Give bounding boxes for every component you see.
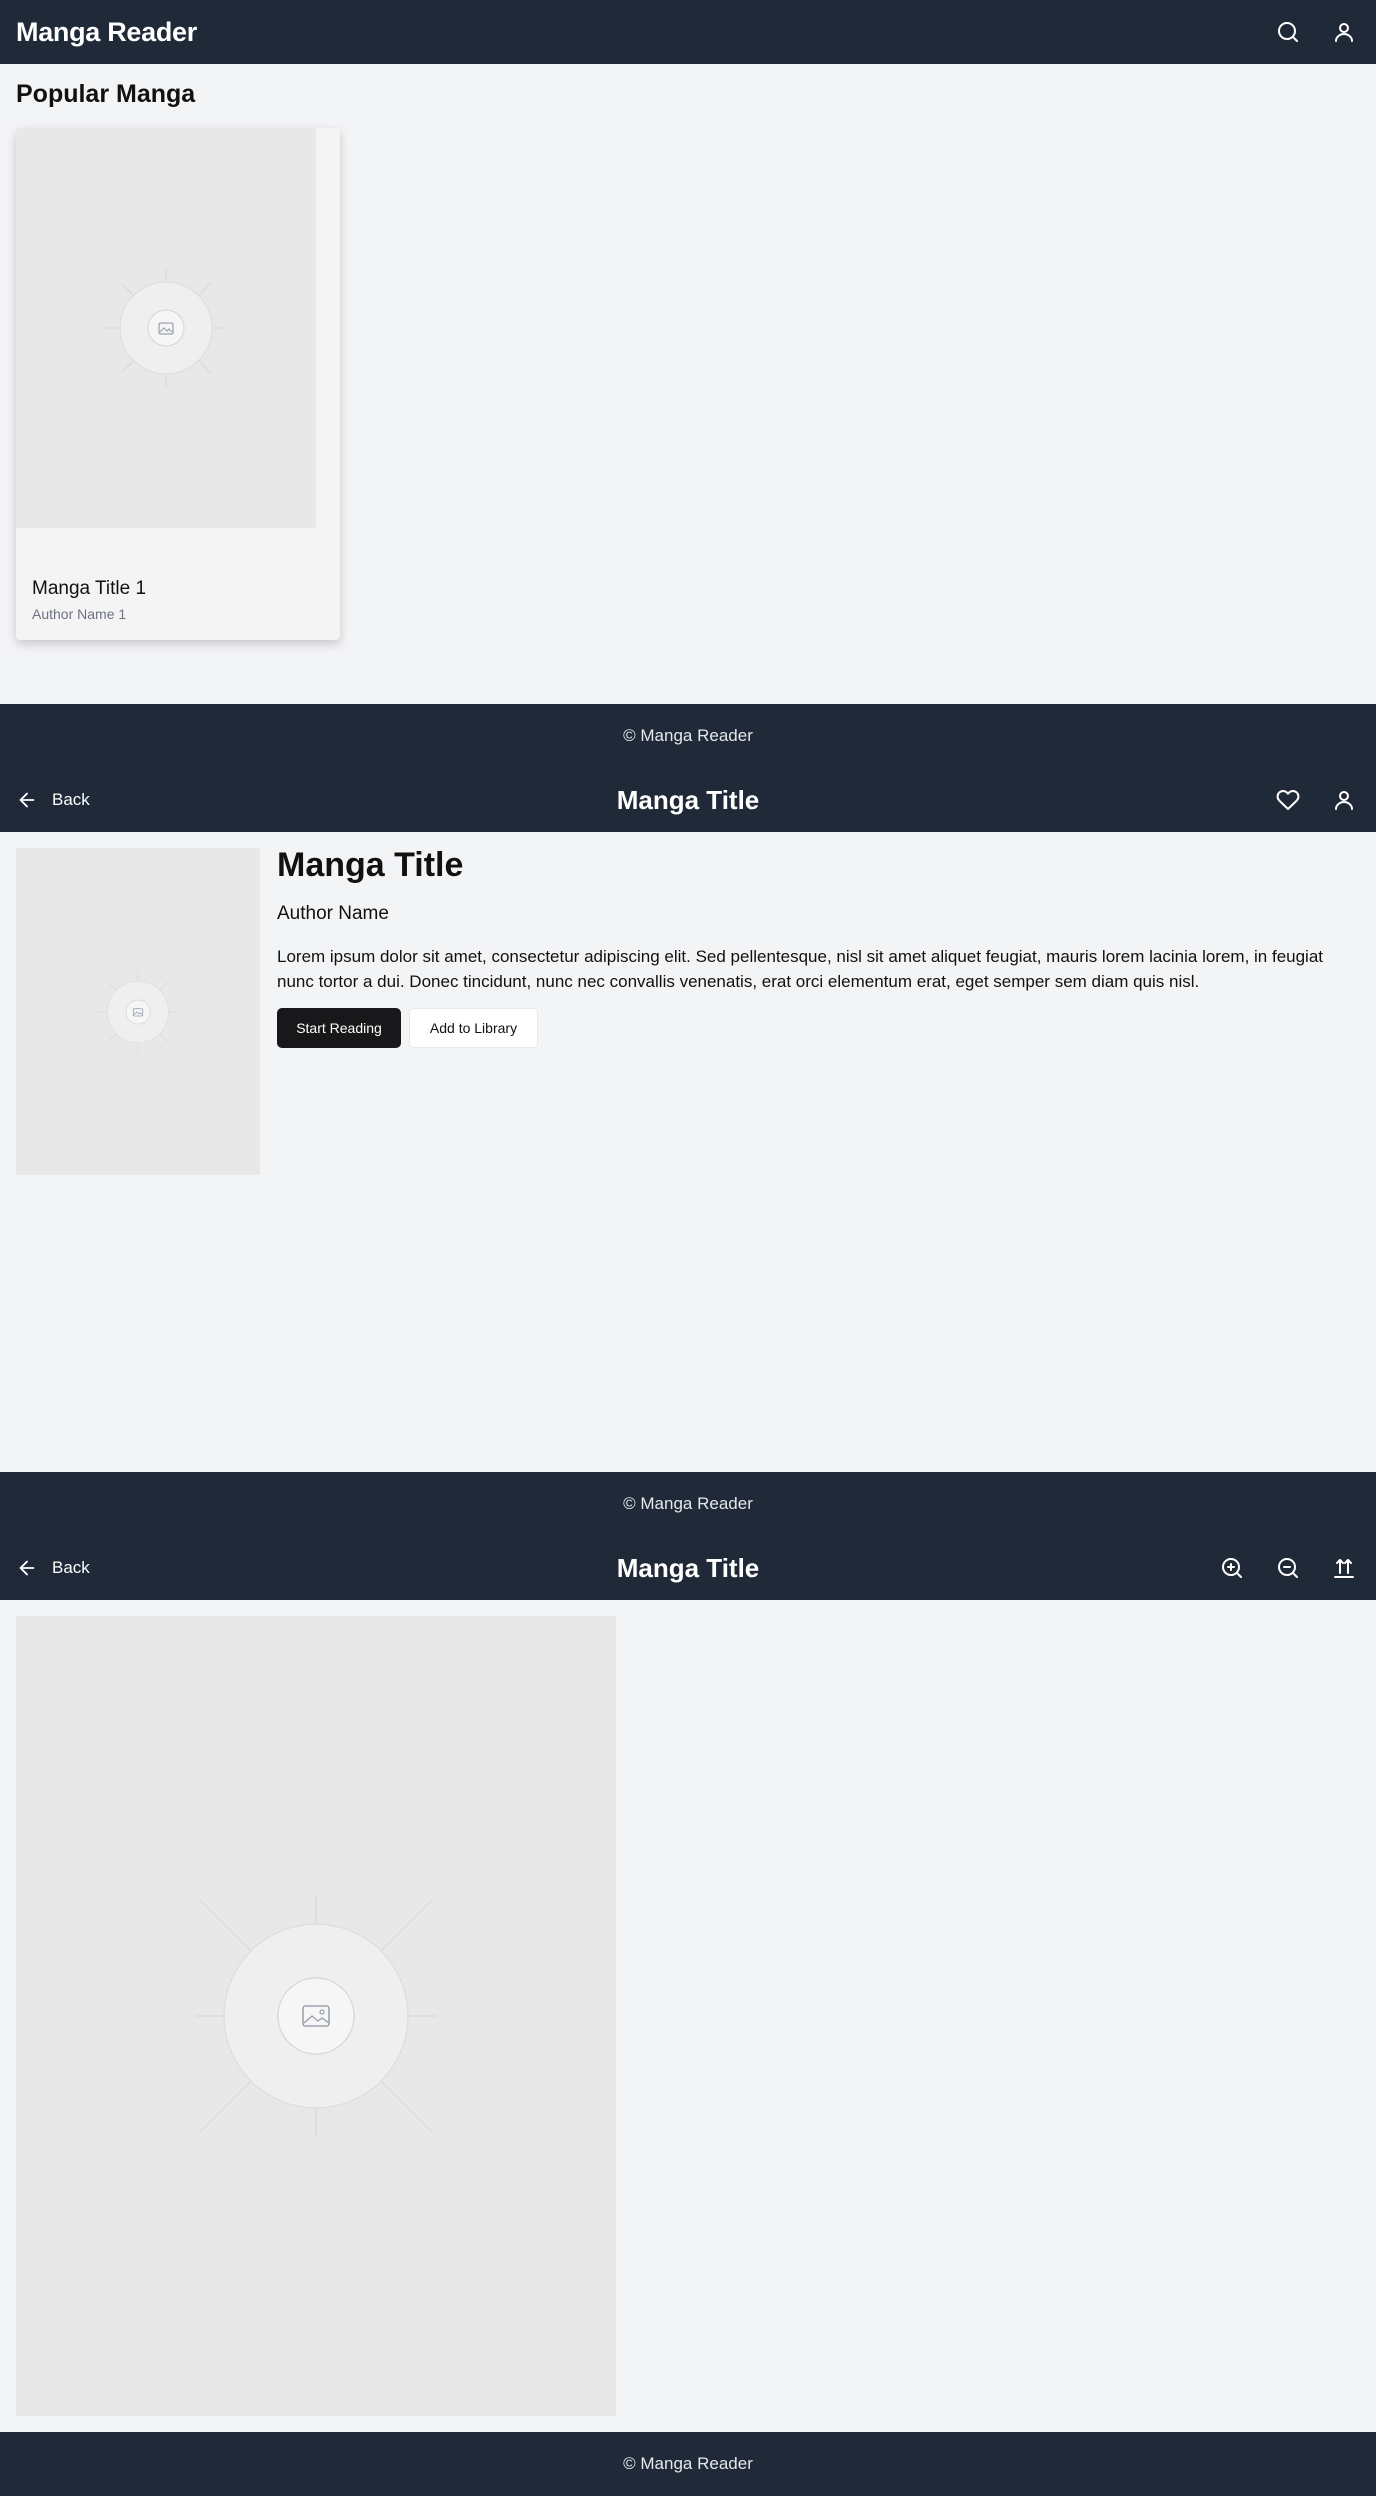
footer-text: © Manga Reader <box>623 1494 753 1513</box>
reader-footer: © Manga Reader <box>0 2432 1376 2496</box>
zoom-out-icon[interactable] <box>1272 1552 1304 1584</box>
manga-title: Manga Title <box>277 846 464 884</box>
detail-footer: © Manga Reader <box>0 1472 1376 1536</box>
section-title: Popular Manga <box>16 80 196 108</box>
detail-cover-placeholder <box>16 848 260 1175</box>
heart-icon[interactable] <box>1272 784 1304 816</box>
start-reading-button[interactable]: Start Reading <box>277 1008 401 1048</box>
image-placeholder-icon <box>98 971 178 1052</box>
add-to-library-button[interactable]: Add to Library <box>409 1008 538 1048</box>
search-icon[interactable] <box>1272 16 1304 48</box>
reader-header-title: Manga Title <box>616 1552 760 1583</box>
zoom-in-icon[interactable] <box>1216 1552 1248 1584</box>
back-button[interactable]: Back <box>16 1557 90 1579</box>
manga-author: Author Name <box>277 903 389 924</box>
footer-text: © Manga Reader <box>623 726 753 745</box>
image-placeholder-icon <box>196 1896 436 2136</box>
arrow-left-icon <box>19 792 35 808</box>
home-header: Manga Reader <box>0 0 1376 64</box>
back-label: Back <box>52 1558 90 1577</box>
back-label: Back <box>52 790 90 809</box>
app-brand[interactable]: Manga Reader <box>16 17 197 48</box>
manga-card[interactable]: Manga Title 1 Author Name 1 <box>16 128 340 640</box>
manga-cover-placeholder <box>16 128 316 528</box>
reader-header: Back Manga Title <box>0 1536 1376 1600</box>
scroll-to-top-icon[interactable] <box>1328 1552 1360 1584</box>
manga-card-author: Author Name 1 <box>32 606 127 622</box>
manga-card-title: Manga Title 1 <box>32 578 147 599</box>
manga-page-placeholder[interactable] <box>16 1616 616 2416</box>
detail-header: Back Manga Title <box>0 768 1376 832</box>
detail-header-title: Manga Title <box>616 784 760 815</box>
footer-text: © Manga Reader <box>623 2454 753 2473</box>
manga-description: Lorem ipsum dolor sit amet, consectetur … <box>277 947 1324 991</box>
back-button[interactable]: Back <box>16 789 90 811</box>
image-placeholder-icon <box>106 268 226 388</box>
arrow-left-icon <box>19 1560 35 1576</box>
user-icon[interactable] <box>1328 784 1360 816</box>
user-icon[interactable] <box>1328 16 1360 48</box>
home-footer: © Manga Reader <box>0 704 1376 768</box>
